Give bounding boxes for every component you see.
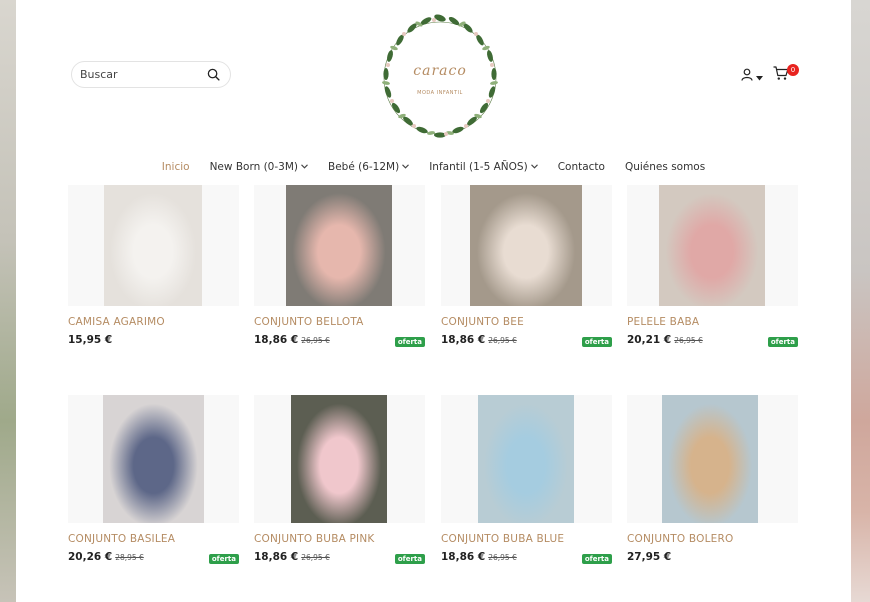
- sale-badge: oferta: [208, 554, 239, 564]
- product-price: 18,86 €26,95 €: [441, 551, 517, 563]
- product-name[interactable]: CONJUNTO BEE: [441, 316, 524, 328]
- product-image-frame[interactable]: [68, 395, 239, 523]
- product-image[interactable]: [286, 185, 392, 306]
- product-card[interactable]: CONJUNTO BOLERO 27,95 €: [627, 395, 798, 563]
- product-name[interactable]: CONJUNTO BUBA BLUE: [441, 533, 564, 545]
- product-price: 20,26 €28,95 €: [68, 551, 144, 563]
- product-name[interactable]: CONJUNTO BOLERO: [627, 533, 733, 545]
- old-price: 28,95 €: [115, 553, 144, 562]
- sale-badge: oferta: [394, 337, 425, 347]
- sale-badge: oferta: [394, 554, 425, 564]
- sale-badge: oferta: [581, 554, 612, 564]
- product-price: 15,95 €: [68, 334, 112, 346]
- product-card[interactable]: CONJUNTO BUBA PINK 18,86 €26,95 € oferta: [254, 395, 425, 564]
- product-image[interactable]: [478, 395, 574, 523]
- current-price: 18,86 €: [254, 334, 299, 346]
- product-card[interactable]: PELELE BABA 20,21 €26,95 € oferta: [627, 185, 798, 347]
- old-price: 26,95 €: [301, 336, 330, 345]
- page: caraco MODA INFANTIL 0 InicioNew Born (0…: [16, 0, 851, 602]
- product-name[interactable]: PELELE BABA: [627, 316, 699, 328]
- current-price: 15,95 €: [68, 334, 113, 346]
- product-name[interactable]: CONJUNTO BELLOTA: [254, 316, 364, 328]
- product-image-frame[interactable]: [254, 395, 425, 523]
- old-price: 26,95 €: [674, 336, 703, 345]
- product-image-frame[interactable]: [68, 185, 239, 306]
- sale-badge: oferta: [581, 337, 612, 347]
- product-name[interactable]: CONJUNTO BUBA PINK: [254, 533, 374, 545]
- old-price: 26,95 €: [301, 553, 330, 562]
- old-price: 26,95 €: [488, 336, 517, 345]
- product-image-frame[interactable]: [627, 395, 798, 523]
- product-grid: CAMISA AGARIMO 15,95 € CONJUNTO BELLOTA 18,…: [16, 0, 851, 602]
- product-image[interactable]: [103, 395, 204, 523]
- product-image-frame[interactable]: [441, 395, 612, 523]
- product-card[interactable]: CONJUNTO BELLOTA 18,86 €26,95 € oferta: [254, 185, 425, 347]
- current-price: 18,86 €: [441, 334, 486, 346]
- product-image[interactable]: [470, 185, 582, 306]
- product-card[interactable]: CONJUNTO BASILEA 20,26 €28,95 € oferta: [68, 395, 239, 564]
- background-left: [0, 0, 16, 602]
- current-price: 20,26 €: [68, 551, 113, 563]
- product-price: 18,86 €26,95 €: [254, 334, 330, 346]
- current-price: 27,95 €: [627, 551, 672, 563]
- current-price: 20,21 €: [627, 334, 672, 346]
- product-image[interactable]: [104, 185, 202, 306]
- product-name[interactable]: CAMISA AGARIMO: [68, 316, 165, 328]
- product-price: 18,86 €26,95 €: [254, 551, 330, 563]
- product-price: 20,21 €26,95 €: [627, 334, 703, 346]
- product-image-frame[interactable]: [441, 185, 612, 306]
- old-price: 26,95 €: [488, 553, 517, 562]
- product-image-frame[interactable]: [254, 185, 425, 306]
- background-right: [851, 0, 870, 602]
- current-price: 18,86 €: [254, 551, 299, 563]
- current-price: 18,86 €: [441, 551, 486, 563]
- product-image[interactable]: [291, 395, 387, 523]
- product-price: 18,86 €26,95 €: [441, 334, 517, 346]
- product-name[interactable]: CONJUNTO BASILEA: [68, 533, 175, 545]
- product-image[interactable]: [659, 185, 765, 306]
- product-price: 27,95 €: [627, 551, 671, 563]
- product-card[interactable]: CONJUNTO BUBA BLUE 18,86 €26,95 € oferta: [441, 395, 612, 564]
- product-card[interactable]: CONJUNTO BEE 18,86 €26,95 € oferta: [441, 185, 612, 347]
- product-card[interactable]: CAMISA AGARIMO 15,95 €: [68, 185, 239, 346]
- sale-badge: oferta: [767, 337, 798, 347]
- product-image-frame[interactable]: [627, 185, 798, 306]
- product-image[interactable]: [662, 395, 758, 523]
